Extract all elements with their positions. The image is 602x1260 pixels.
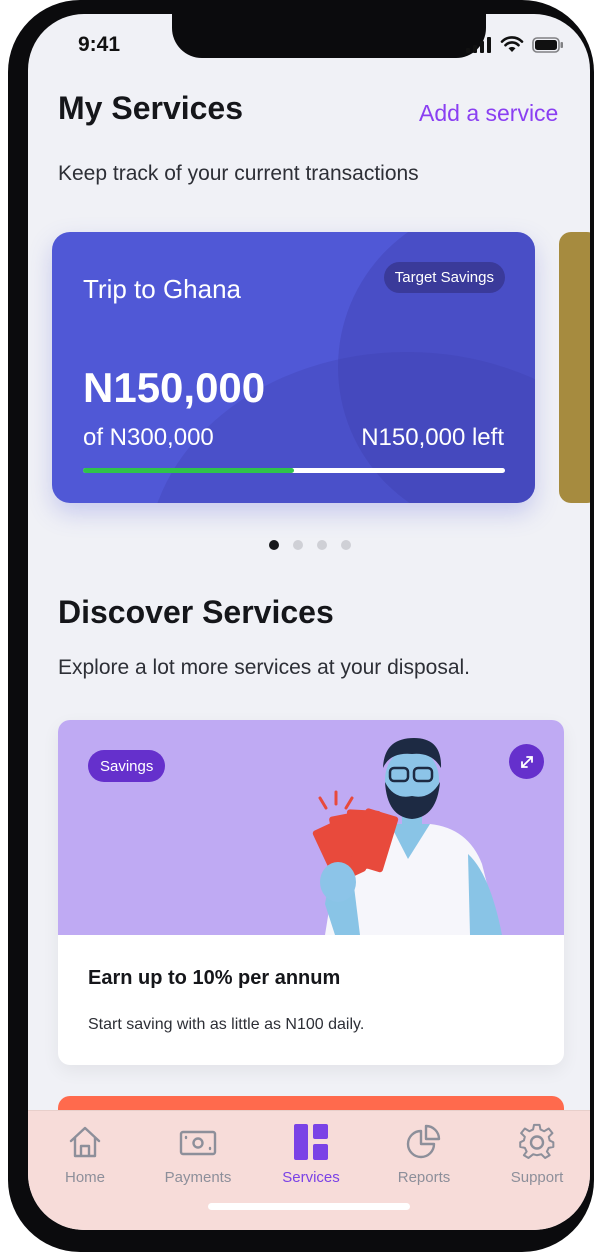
- discover-card-banner: Savings: [58, 720, 564, 935]
- tab-reports[interactable]: Reports: [369, 1123, 479, 1186]
- carousel-dot[interactable]: [317, 540, 327, 550]
- battery-icon: [532, 36, 563, 53]
- target-total: of N300,000: [83, 424, 214, 451]
- carousel-dot[interactable]: [293, 540, 303, 550]
- saved-amount: N150,000: [83, 364, 266, 411]
- page-subtitle: Keep track of your current transactions: [58, 162, 419, 185]
- status-icons: [466, 36, 564, 53]
- status-time: 9:41: [78, 33, 121, 56]
- notch: [172, 14, 486, 58]
- savings-progress-fill: [83, 468, 294, 473]
- signal-icon: [466, 36, 491, 53]
- tab-services[interactable]: Services: [256, 1123, 366, 1186]
- tab-support-label: Support: [510, 1169, 564, 1186]
- phone-frame: 9:41 My Services Add a service Keep trac…: [8, 0, 594, 1252]
- carousel-dot[interactable]: [269, 540, 279, 550]
- discover-title: Discover Services: [58, 594, 334, 630]
- screen: 9:41 My Services Add a service Keep trac…: [28, 14, 590, 1230]
- discover-card-description: Start saving with as little as N100 dail…: [88, 1016, 365, 1033]
- savings-badge: Savings: [88, 750, 166, 782]
- carousel-dot[interactable]: [341, 540, 351, 550]
- discover-subtitle: Explore a lot more services at your disp…: [58, 656, 471, 679]
- tab-payments[interactable]: Payments: [143, 1123, 253, 1186]
- tab-reports-label: Reports: [397, 1169, 451, 1186]
- tab-payments-label: Payments: [164, 1169, 232, 1186]
- remaining-amount: N150,000 left: [361, 424, 504, 451]
- pie-chart-icon: [406, 1124, 441, 1159]
- next-savings-card[interactable]: [559, 232, 590, 503]
- grid-icon: [294, 1124, 328, 1160]
- target-savings-badge: Target Savings: [383, 262, 505, 293]
- savings-card-name: Trip to Ghana: [83, 274, 242, 304]
- man-with-cash-illustration: [312, 738, 502, 935]
- page-title: My Services: [58, 90, 244, 126]
- tab-home-label: Home: [64, 1169, 105, 1186]
- tab-home[interactable]: Home: [30, 1123, 140, 1186]
- home-indicator[interactable]: [208, 1203, 410, 1210]
- savings-card[interactable]: Trip to Ghana Target Savings N150,000 of…: [52, 232, 535, 503]
- tab-support[interactable]: Support: [482, 1123, 590, 1186]
- savings-progress-bar: [83, 468, 505, 473]
- carousel-indicator[interactable]: [269, 540, 351, 550]
- discover-card-savings[interactable]: Savings Earn up to 10% per annum Start s…: [58, 720, 564, 1065]
- tab-services-label: Services: [282, 1169, 340, 1186]
- expand-icon: [520, 755, 533, 768]
- home-icon: [69, 1126, 101, 1158]
- wifi-icon: [500, 36, 524, 52]
- gear-icon: [519, 1123, 555, 1159]
- add-service-link[interactable]: Add a service: [419, 100, 558, 127]
- tab-bar: Home Payments Services Reports Support: [28, 1110, 590, 1230]
- discover-card-headline: Earn up to 10% per annum: [88, 967, 341, 989]
- banknote-icon: [179, 1130, 217, 1156]
